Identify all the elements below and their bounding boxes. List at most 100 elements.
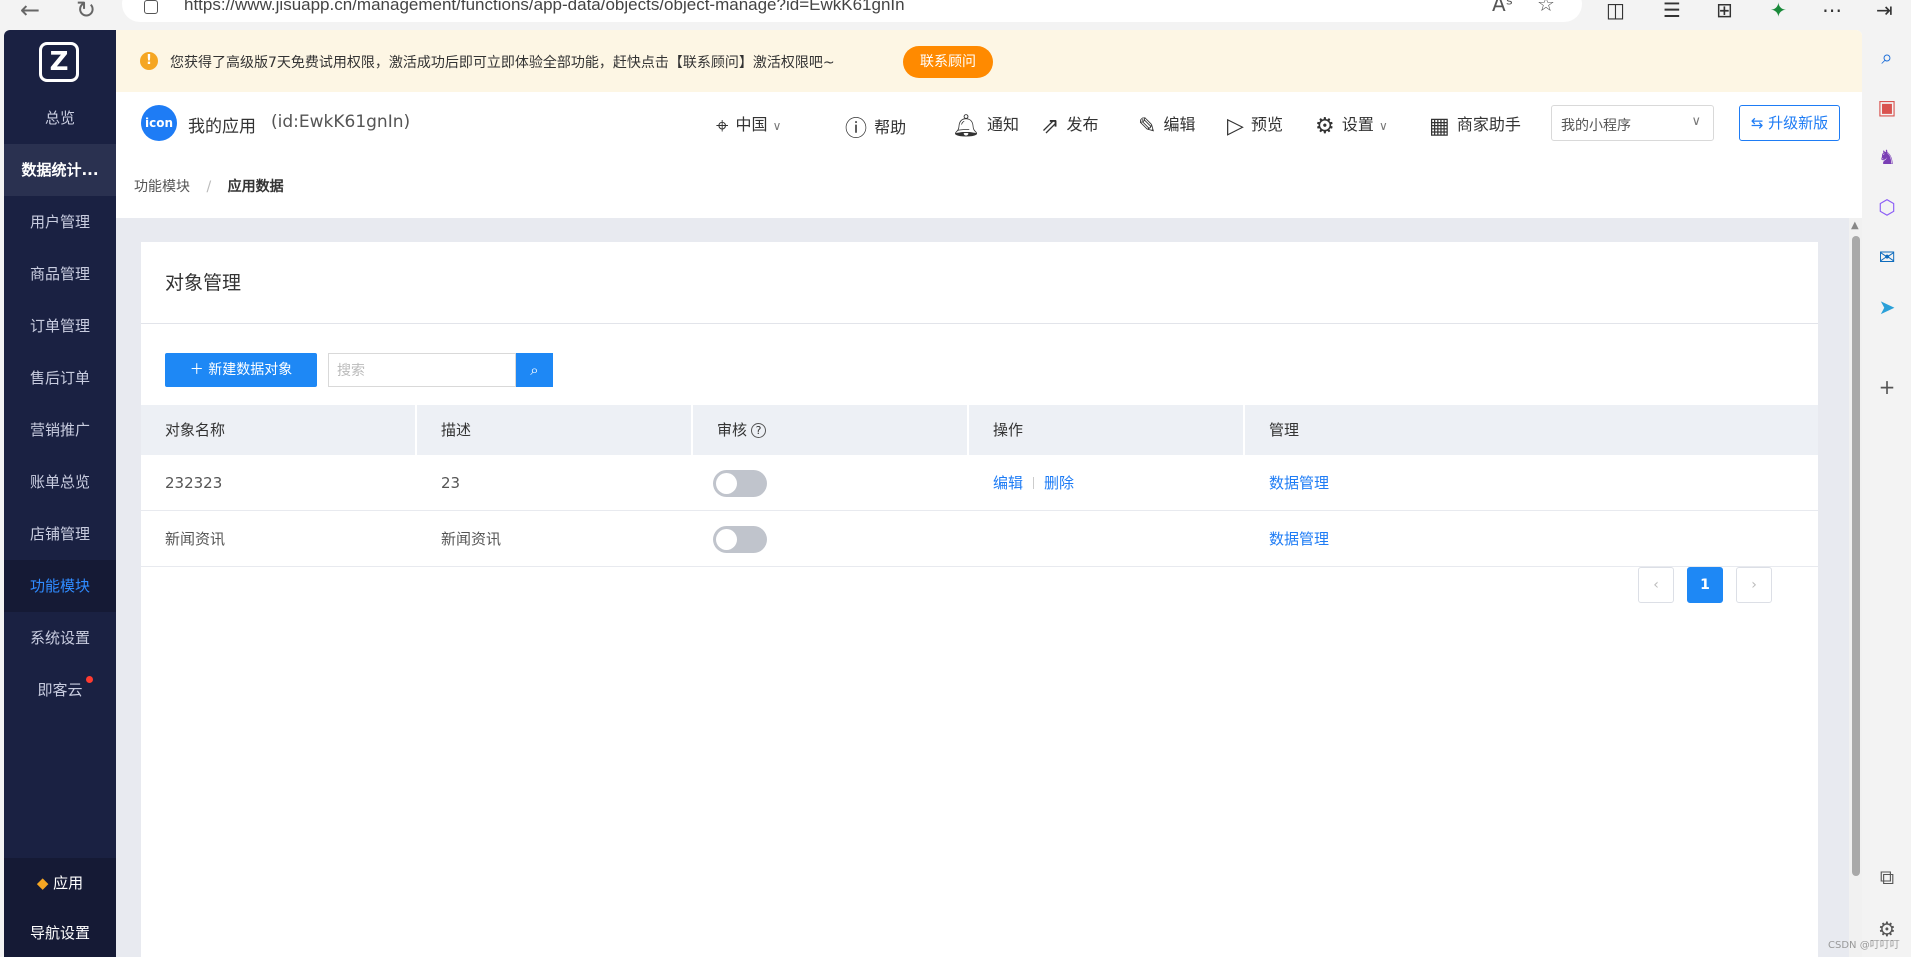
search-button[interactable]: ⌕ bbox=[516, 353, 553, 387]
column-header: 操作 bbox=[969, 405, 1245, 455]
sidebar-item-functions[interactable]: 功能模块 bbox=[4, 560, 116, 612]
edit-link[interactable]: 编辑 bbox=[993, 474, 1023, 492]
help-icon: ⓘ bbox=[845, 117, 868, 142]
data-manage-link[interactable]: 数据管理 bbox=[1245, 511, 1329, 567]
sidebar-item-overview[interactable]: 总览 bbox=[4, 92, 116, 144]
favorite-icon[interactable]: ☆ bbox=[1537, 0, 1555, 16]
merchant-assistant-button[interactable]: ▦ 商家助手 bbox=[1429, 111, 1521, 139]
sidebar-apps-button[interactable]: ◆ 应用 bbox=[4, 858, 116, 908]
logo-icon[interactable]: Z bbox=[39, 42, 79, 82]
data-manage-link[interactable]: 数据管理 bbox=[1245, 455, 1329, 511]
pagination-prev[interactable]: ‹ bbox=[1638, 567, 1674, 603]
object-desc: 新闻资讯 bbox=[441, 530, 502, 548]
tools-icon[interactable]: ▣ bbox=[1874, 94, 1900, 120]
delete-link[interactable]: 删除 bbox=[1044, 474, 1074, 492]
outlook-icon[interactable]: ✉ bbox=[1874, 244, 1900, 270]
sidebar-item-users[interactable]: 用户管理 bbox=[4, 196, 116, 248]
refresh-icon[interactable]: ↻ bbox=[76, 0, 96, 24]
notify-label: 通知 bbox=[987, 115, 1020, 134]
favorites-list-icon[interactable]: ☰ bbox=[1663, 0, 1681, 22]
object-name: 新闻资讯 bbox=[165, 530, 226, 548]
new-data-object-button[interactable]: ＋ 新建数据对象 bbox=[165, 353, 317, 387]
app-name: 我的应用 bbox=[188, 117, 256, 137]
review-toggle[interactable] bbox=[713, 526, 767, 553]
plus-icon: ＋ bbox=[189, 362, 204, 378]
object-name: 232323 bbox=[165, 474, 223, 492]
app-avatar[interactable]: icon bbox=[141, 105, 177, 141]
breadcrumb: 功能模块 / 应用数据 bbox=[134, 176, 284, 196]
help-button[interactable]: ⓘ 帮助 bbox=[845, 111, 906, 143]
mini-program-select[interactable]: 我的小程序 ∨ bbox=[1551, 105, 1714, 141]
read-aloud-icon[interactable]: Aˢ bbox=[1492, 0, 1513, 16]
breadcrumb-separator: / bbox=[206, 179, 212, 195]
app-window: Z 总览 数据统计... 用户管理 商品管理 订单管理 售后订单 营销推广 账单… bbox=[4, 30, 1862, 957]
scrollbar[interactable]: ▲ bbox=[1849, 218, 1862, 957]
swap-icon: ⇆ bbox=[1750, 114, 1764, 132]
sidebar-nav-settings[interactable]: 导航设置 bbox=[4, 908, 116, 957]
publish-button[interactable]: ⇗ 发布 bbox=[1041, 111, 1099, 139]
sidebar-item-marketing[interactable]: 营销推广 bbox=[4, 404, 116, 456]
copilot-icon[interactable]: ⬡ bbox=[1874, 194, 1900, 220]
sidebar-item-billing[interactable]: 账单总览 bbox=[4, 456, 116, 508]
back-icon[interactable]: ← bbox=[20, 0, 40, 24]
question-icon[interactable]: ? bbox=[751, 423, 767, 438]
gear-icon: ⚙ bbox=[1315, 114, 1335, 139]
sidebar-item-statistics[interactable]: 数据统计... bbox=[4, 144, 116, 196]
edit-button[interactable]: ✎ 编辑 bbox=[1138, 111, 1196, 139]
sidebar-item-orders[interactable]: 订单管理 bbox=[4, 300, 116, 352]
region-selector[interactable]: ⌖ 中国 ∨ bbox=[716, 111, 781, 139]
sidebar-toggle-icon[interactable]: ⇥ bbox=[1876, 0, 1893, 22]
merchant-label: 商家助手 bbox=[1456, 115, 1521, 134]
sidebar-item-products[interactable]: 商品管理 bbox=[4, 248, 116, 300]
add-icon[interactable]: + bbox=[1874, 374, 1900, 400]
settings-label: 设置 bbox=[1341, 115, 1374, 134]
review-toggle[interactable] bbox=[713, 470, 767, 497]
search-input[interactable] bbox=[328, 353, 516, 387]
split-screen-icon[interactable]: ◫ bbox=[1606, 0, 1625, 22]
location-pin-icon: ⌖ bbox=[716, 114, 729, 139]
extension-icon[interactable]: ✦ bbox=[1770, 0, 1787, 22]
url-text[interactable]: https://www.jisuapp.cn/management/functi… bbox=[184, 0, 905, 15]
pagination-page[interactable]: 1 bbox=[1687, 567, 1723, 603]
contact-advisor-button[interactable]: 联系顾问 bbox=[903, 46, 993, 78]
chevron-down-icon: ∨ bbox=[772, 119, 782, 133]
bell-icon: 🔔︎ bbox=[952, 114, 980, 139]
column-header: 对象名称 bbox=[141, 405, 417, 455]
search-icon: ⌕ bbox=[530, 361, 539, 379]
column-header-label: 审核 bbox=[717, 421, 748, 439]
settings-button[interactable]: ⚙ 设置 ∨ bbox=[1315, 111, 1388, 139]
sidebar-item-label: 即客云 bbox=[37, 681, 83, 699]
object-desc: 23 bbox=[441, 474, 461, 492]
divider bbox=[141, 323, 1818, 324]
preview-label: 预览 bbox=[1251, 115, 1284, 134]
page-title: 对象管理 bbox=[165, 272, 242, 294]
search-icon[interactable]: ⌕ bbox=[1874, 44, 1900, 70]
trial-notice-banner: ! 您获得了高级版7天免费试用权限，激活成功后即可立即体验全部功能，赶快点击【联… bbox=[116, 30, 1862, 92]
collections-icon[interactable]: ⊞ bbox=[1716, 0, 1733, 22]
screenshot-icon[interactable]: ⧉ bbox=[1874, 864, 1900, 890]
sidebar-item-store[interactable]: 店铺管理 bbox=[4, 508, 116, 560]
region-label: 中国 bbox=[735, 115, 768, 134]
preview-button[interactable]: ▷ 预览 bbox=[1227, 111, 1283, 139]
play-icon: ▷ bbox=[1227, 114, 1244, 139]
games-icon[interactable]: ♞ bbox=[1874, 144, 1900, 170]
more-icon[interactable]: ⋯ bbox=[1822, 0, 1842, 22]
sidebar-item-jikeyun[interactable]: 即客云 bbox=[4, 664, 116, 716]
main-area: ! 您获得了高级版7天免费试用权限，激活成功后即可立即体验全部功能，赶快点击【联… bbox=[116, 30, 1862, 957]
sidebar-item-system[interactable]: 系统设置 bbox=[4, 612, 116, 664]
pagination-next[interactable]: › bbox=[1736, 567, 1772, 603]
scroll-thumb[interactable] bbox=[1852, 236, 1860, 876]
column-header: 管理 bbox=[1269, 421, 1300, 439]
address-bar[interactable]: https://www.jisuapp.cn/management/functi… bbox=[122, 0, 1582, 22]
sidebar-item-aftersale[interactable]: 售后订单 bbox=[4, 352, 116, 404]
breadcrumb-parent[interactable]: 功能模块 bbox=[134, 179, 190, 195]
sidebar-bottom-label: 应用 bbox=[53, 874, 84, 892]
mini-program-label: 我的小程序 bbox=[1561, 118, 1631, 134]
column-header: 描述 bbox=[417, 405, 693, 455]
notify-button[interactable]: 🔔︎ 通知 bbox=[952, 111, 1019, 139]
send-icon[interactable]: ➤ bbox=[1874, 294, 1900, 320]
table-header: 对象名称 描述 审核? 操作 管理 bbox=[141, 405, 1818, 455]
upgrade-button[interactable]: ⇆ 升级新版 bbox=[1739, 105, 1840, 141]
column-header-review: 审核? bbox=[693, 405, 969, 455]
scroll-up-icon[interactable]: ▲ bbox=[1851, 220, 1859, 231]
